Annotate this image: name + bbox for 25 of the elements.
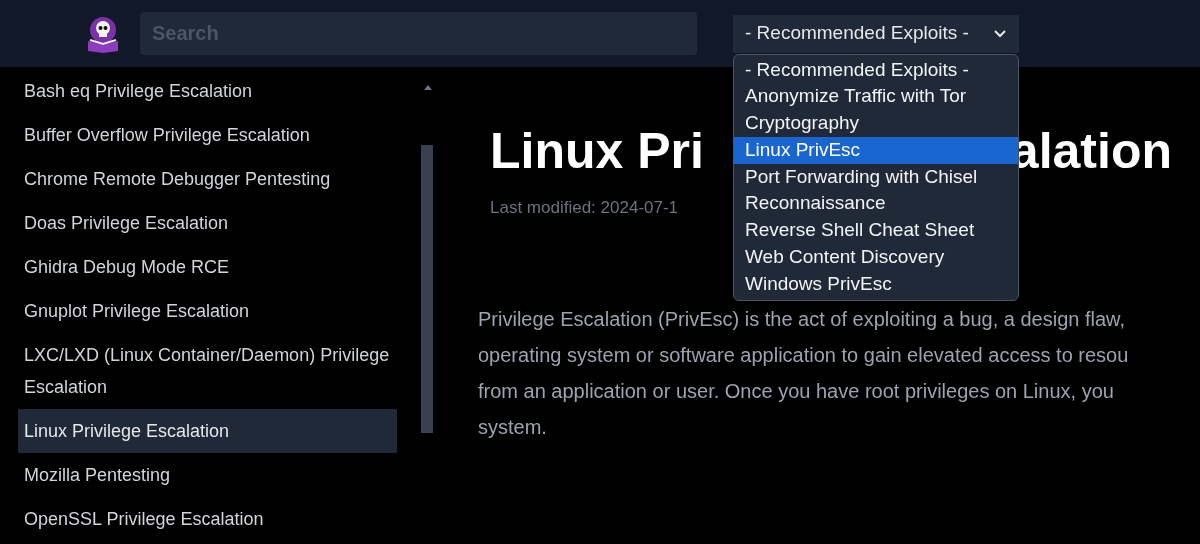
page-title: Linux Pri [490,122,704,181]
sidebar-item[interactable]: Ghidra Debug Mode RCE [18,245,397,289]
sidebar-item[interactable]: Chrome Remote Debugger Pentesting [18,157,397,201]
scroll-up-arrow-icon[interactable] [424,84,432,90]
dropdown-option[interactable]: Reconnaissance [734,190,1018,218]
article-paragraph: Privilege Escalation (PrivEsc) is the act of exploiting a bug, a design flaw, operating system or software application to gain elevated access to resou from an application or user. Once you have root privileges on Linux, you system. [478,306,1130,440]
dropdown-option[interactable]: Web Content Discovery [734,244,1018,271]
skull-book-logo-icon [85,14,121,53]
dropdown-option[interactable]: - Recommended Exploits - [734,56,1018,84]
sidebar-item[interactable]: OpenSSL Privilege Escalation [18,497,397,541]
recommended-exploits-select[interactable]: - Recommended Exploits - [733,14,1019,53]
dropdown-option[interactable]: Linux PrivEsc [734,136,1018,164]
chevron-down-icon [993,28,1007,39]
last-modified-date: Last modified: 2024-07-1 [490,197,679,219]
sidebar-item[interactable]: Mozilla Pentesting [18,453,397,497]
dropdown-option[interactable]: Reverse Shell Cheat Sheet [734,217,1018,245]
sidebar-item[interactable]: Bash eq Privilege Escalation [18,69,397,113]
sidebar-item[interactable]: Doas Privilege Escalation [18,201,397,245]
dropdown-option[interactable]: Anonymize Traffic with Tor [734,83,1018,111]
sidebar-item[interactable]: Gnuplot Privilege Escalation [18,289,397,333]
sidebar-item[interactable]: LXC/LXD (Linux Container/Daemon) Privilege Escalation [18,333,397,409]
sidebar-item[interactable]: Buffer Overflow Privilege Escalation [18,113,397,157]
dropdown-option[interactable]: Windows PrivEsc [734,270,1018,298]
scrollbar-thumb[interactable] [421,145,433,433]
sidebar-item[interactable]: Linux Privilege Escalation [18,409,397,453]
